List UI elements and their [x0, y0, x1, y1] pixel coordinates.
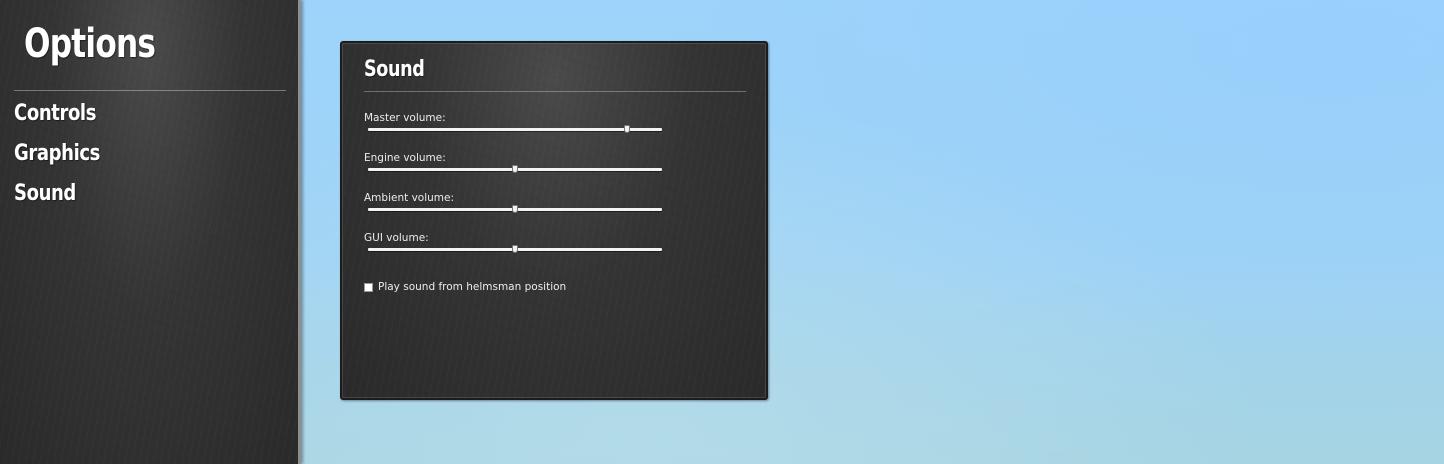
engine-volume-slider[interactable]	[368, 165, 662, 173]
ambient-volume-slider-thumb[interactable]	[512, 205, 518, 213]
options-sidebar: Options Controls Graphics Sound	[0, 0, 301, 464]
helmsman-position-option[interactable]: Play sound from helmsman position	[364, 280, 566, 294]
sidebar-nav: Controls Graphics Sound	[14, 98, 119, 218]
gui-volume-row: GUI volume:	[364, 231, 664, 265]
master-volume-slider-thumb[interactable]	[623, 125, 630, 133]
master-volume-row: Master volume:	[364, 111, 664, 145]
panel-divider	[364, 91, 746, 92]
engine-volume-slider-thumb[interactable]	[512, 165, 518, 173]
sidebar-title: Options	[24, 21, 156, 67]
panel-title: Sound	[364, 57, 425, 82]
helmsman-position-checkbox[interactable]	[364, 282, 373, 292]
sidebar-item-graphics[interactable]: Graphics	[14, 138, 100, 178]
master-volume-label: Master volume:	[364, 112, 446, 124]
helmsman-position-label: Play sound from helmsman position	[378, 281, 567, 293]
sidebar-item-controls[interactable]: Controls	[14, 98, 100, 138]
sidebar-item-sound[interactable]: Sound	[14, 178, 100, 218]
master-volume-slider[interactable]	[368, 125, 662, 133]
engine-volume-row: Engine volume:	[364, 151, 664, 185]
engine-volume-label: Engine volume:	[364, 152, 446, 164]
gui-volume-slider-thumb[interactable]	[512, 245, 518, 253]
sidebar-divider	[14, 90, 286, 91]
gui-volume-label: GUI volume:	[364, 232, 429, 244]
ambient-volume-label: Ambient volume:	[364, 192, 454, 204]
gui-volume-slider[interactable]	[368, 245, 662, 253]
ambient-volume-slider[interactable]	[368, 205, 662, 213]
ambient-volume-row: Ambient volume:	[364, 191, 664, 225]
sound-settings-panel: Sound Master volume: Engine volume: Ambi…	[340, 41, 768, 400]
